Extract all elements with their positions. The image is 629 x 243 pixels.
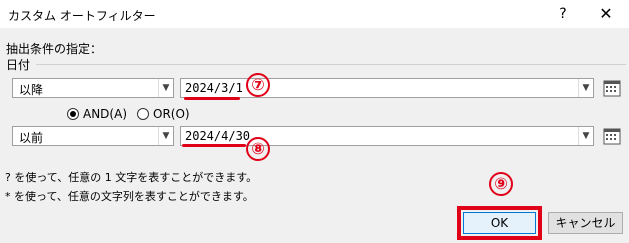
operator-2-value: 以前 (19, 131, 44, 145)
value-combobox-1[interactable]: 2024/3/1 ▼ (180, 78, 594, 98)
value-2-text: 2024/4/30 (185, 129, 251, 143)
or-radio-label[interactable]: OR(O) (153, 107, 190, 121)
window-title: カスタム オートフィルター (8, 9, 156, 23)
chevron-down-icon: ▼ (158, 127, 173, 145)
close-button[interactable]: ✕ (596, 4, 616, 24)
ok-button[interactable]: OK (463, 212, 536, 234)
chevron-down-icon: ▼ (158, 79, 173, 97)
annotation-underline-7 (184, 97, 240, 100)
operator-select-2[interactable]: 以前 ▼ (12, 126, 174, 146)
annotation-marker-8: ⑧ (246, 137, 270, 161)
group-label: 日付 (6, 58, 31, 72)
hint-single-char: ? を使って、任意の 1 文字を表すことができます。 (5, 171, 258, 184)
value-1-text: 2024/3/1 (185, 81, 243, 95)
annotation-underline-8 (182, 144, 246, 147)
and-radio[interactable] (67, 108, 79, 120)
title-bar: カスタム オートフィルター ? ✕ (0, 0, 629, 28)
value-combobox-2[interactable]: 2024/4/30 ▼ (180, 126, 594, 146)
cancel-button[interactable]: キャンセル (548, 212, 623, 234)
logic-radio-group: AND(A) OR(O) (57, 107, 277, 123)
calendar-icon[interactable] (603, 79, 621, 97)
operator-1-value: 以降 (19, 83, 44, 97)
or-radio[interactable] (137, 108, 149, 120)
annotation-marker-7: ⑦ (246, 73, 270, 97)
annotation-marker-9: ⑨ (489, 172, 513, 196)
hint-any-string: * を使って、任意の文字列を表すことができます。 (5, 190, 254, 203)
operator-select-1[interactable]: 以降 ▼ (12, 78, 174, 98)
calendar-icon[interactable] (603, 127, 621, 145)
chevron-down-icon: ▼ (578, 127, 593, 145)
group-divider (36, 64, 626, 65)
and-radio-label[interactable]: AND(A) (83, 107, 127, 121)
chevron-down-icon: ▼ (578, 79, 593, 97)
help-button[interactable]: ? (553, 4, 573, 24)
